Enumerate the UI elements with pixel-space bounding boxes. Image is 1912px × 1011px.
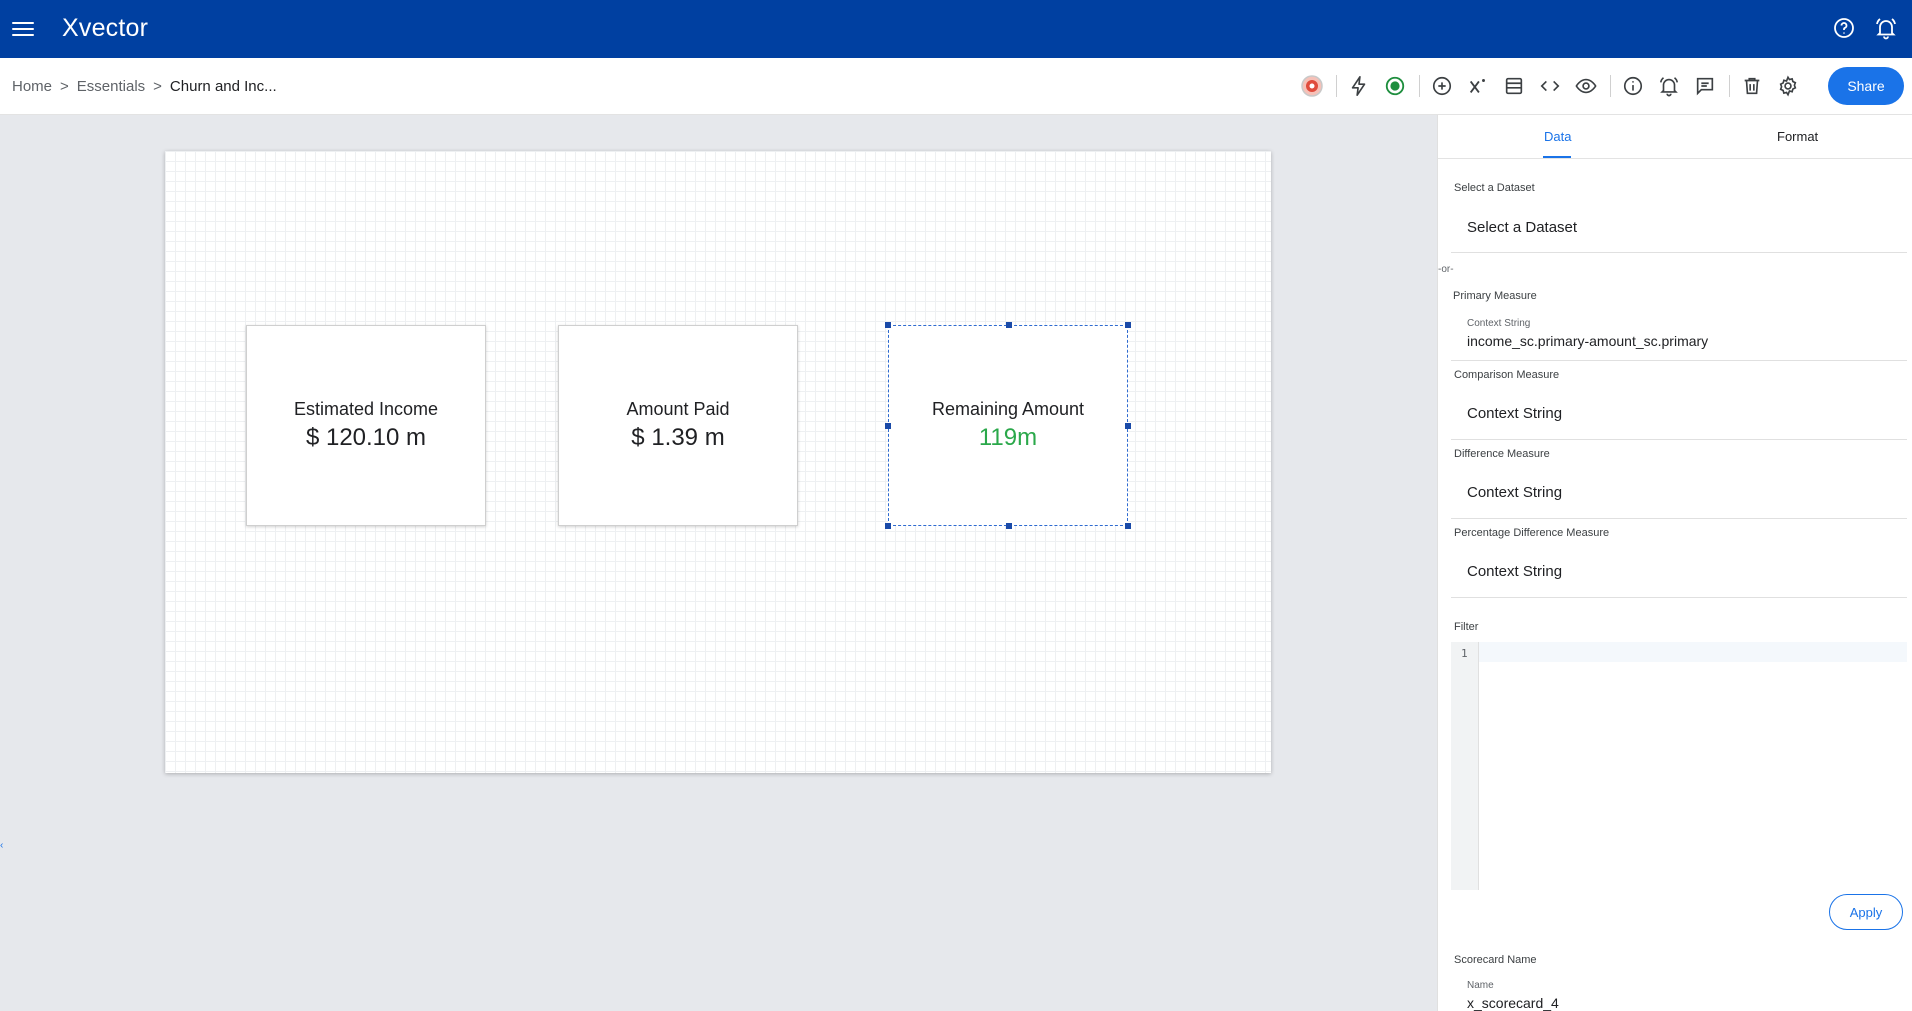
comparison-measure-label: Comparison Measure: [1454, 369, 1560, 381]
report-canvas[interactable]: Estimated Income $ 120.10 m Amount Paid …: [165, 151, 1271, 773]
scorecard-name-value: x_scorecard_4: [1467, 995, 1559, 1011]
field-divider: [1451, 597, 1907, 598]
toolbar-divider: [1610, 75, 1611, 97]
field-divider: [1451, 518, 1907, 519]
scorecard-amount-paid[interactable]: Amount Paid $ 1.39 m: [558, 325, 798, 526]
lightning-icon[interactable]: [1345, 72, 1373, 100]
field-divider: [1451, 252, 1907, 253]
apply-button[interactable]: Apply: [1829, 894, 1903, 930]
share-button[interactable]: Share: [1828, 67, 1904, 105]
dataset-label: Select a Dataset: [1454, 182, 1535, 194]
resize-handle-left[interactable]: [885, 423, 891, 429]
code-icon[interactable]: [1536, 72, 1564, 100]
line-number: 1: [1461, 647, 1468, 660]
resize-handle-bottom[interactable]: [1006, 523, 1012, 529]
properties-panel: Data Format Select a Dataset Select a Da…: [1437, 115, 1912, 1011]
scorecard-name-label: Scorecard Name: [1454, 954, 1537, 966]
filter-code-editor[interactable]: 1: [1451, 642, 1907, 890]
scorecard-title: Amount Paid: [626, 399, 730, 419]
percentage-difference-measure-placeholder: Context String: [1467, 563, 1563, 580]
primary-measure-value: income_sc.primary-amount_sc.primary: [1467, 333, 1709, 349]
menu-icon[interactable]: [12, 18, 34, 38]
scorecard-value: $ 1.39 m: [631, 424, 725, 451]
alarm-icon[interactable]: [1655, 72, 1683, 100]
editor-active-line: [1479, 642, 1907, 662]
or-separator: -or-: [1438, 264, 1454, 275]
resize-handle-top[interactable]: [1006, 322, 1012, 328]
record-status-icon[interactable]: [1381, 72, 1409, 100]
breadcrumb: Home > Essentials > Churn and Inc...: [12, 78, 277, 95]
breadcrumb-current: Churn and Inc...: [169, 78, 277, 95]
top-app-bar: Xvector: [0, 0, 1912, 58]
preview-eye-icon[interactable]: [1572, 72, 1600, 100]
app-logo[interactable]: Xvector: [62, 14, 148, 43]
breadcrumb-essentials[interactable]: Essentials: [77, 78, 145, 95]
scorecard-remaining-amount[interactable]: Remaining Amount 119m: [885, 322, 1131, 529]
scorecard-value: 119m: [978, 424, 1038, 451]
difference-measure-placeholder: Context String: [1467, 484, 1563, 501]
canvas-edge-marker: ‹: [0, 840, 4, 851]
breadcrumb-separator: >: [60, 78, 69, 95]
breadcrumb-separator: >: [153, 78, 162, 95]
field-divider: [1451, 439, 1907, 440]
editor-toolbar: Home > Essentials > Churn and Inc...: [0, 58, 1912, 115]
resize-handle-bottom-left[interactable]: [885, 523, 891, 529]
panel-tabs: Data Format: [1438, 115, 1912, 159]
layout-icon[interactable]: [1500, 72, 1528, 100]
resize-handle-top-right[interactable]: [1125, 322, 1131, 328]
scorecard-title: Estimated Income: [293, 399, 439, 419]
tab-format[interactable]: Format: [1777, 129, 1818, 144]
toolbar-divider: [1419, 75, 1420, 97]
toolbar-divider: [1336, 75, 1337, 97]
user-avatar-icon[interactable]: [1298, 72, 1326, 100]
scorecard-estimated-income[interactable]: Estimated Income $ 120.10 m: [246, 325, 486, 526]
help-icon[interactable]: [1832, 16, 1856, 40]
notification-bell-icon[interactable]: [1874, 16, 1898, 40]
toolbar-divider: [1729, 75, 1730, 97]
active-tab-indicator: [1543, 156, 1571, 158]
add-circle-icon[interactable]: [1428, 72, 1456, 100]
breadcrumb-home[interactable]: Home: [12, 78, 52, 95]
superscript-x-icon[interactable]: [1464, 72, 1492, 100]
percentage-difference-measure-label: Percentage Difference Measure: [1454, 527, 1610, 539]
resize-handle-right[interactable]: [1125, 423, 1131, 429]
tab-data[interactable]: Data: [1544, 129, 1571, 144]
primary-measure-label: Primary Measure: [1453, 290, 1537, 302]
resize-handle-top-left[interactable]: [885, 322, 891, 328]
scorecard-title: Remaining Amount: [931, 399, 1085, 419]
dataset-placeholder: Select a Dataset: [1467, 219, 1578, 236]
scorecard-value: $ 120.10 m: [305, 424, 427, 451]
resize-handle-bottom-right[interactable]: [1125, 523, 1131, 529]
delete-icon[interactable]: [1738, 72, 1766, 100]
comparison-measure-placeholder: Context String: [1467, 405, 1563, 422]
info-icon[interactable]: [1619, 72, 1647, 100]
settings-gear-icon[interactable]: [1774, 72, 1802, 100]
editor-gutter: 1: [1451, 642, 1479, 890]
filter-label: Filter: [1454, 621, 1479, 633]
difference-measure-label: Difference Measure: [1454, 448, 1550, 460]
field-divider: [1451, 360, 1907, 361]
comment-icon[interactable]: [1691, 72, 1719, 100]
